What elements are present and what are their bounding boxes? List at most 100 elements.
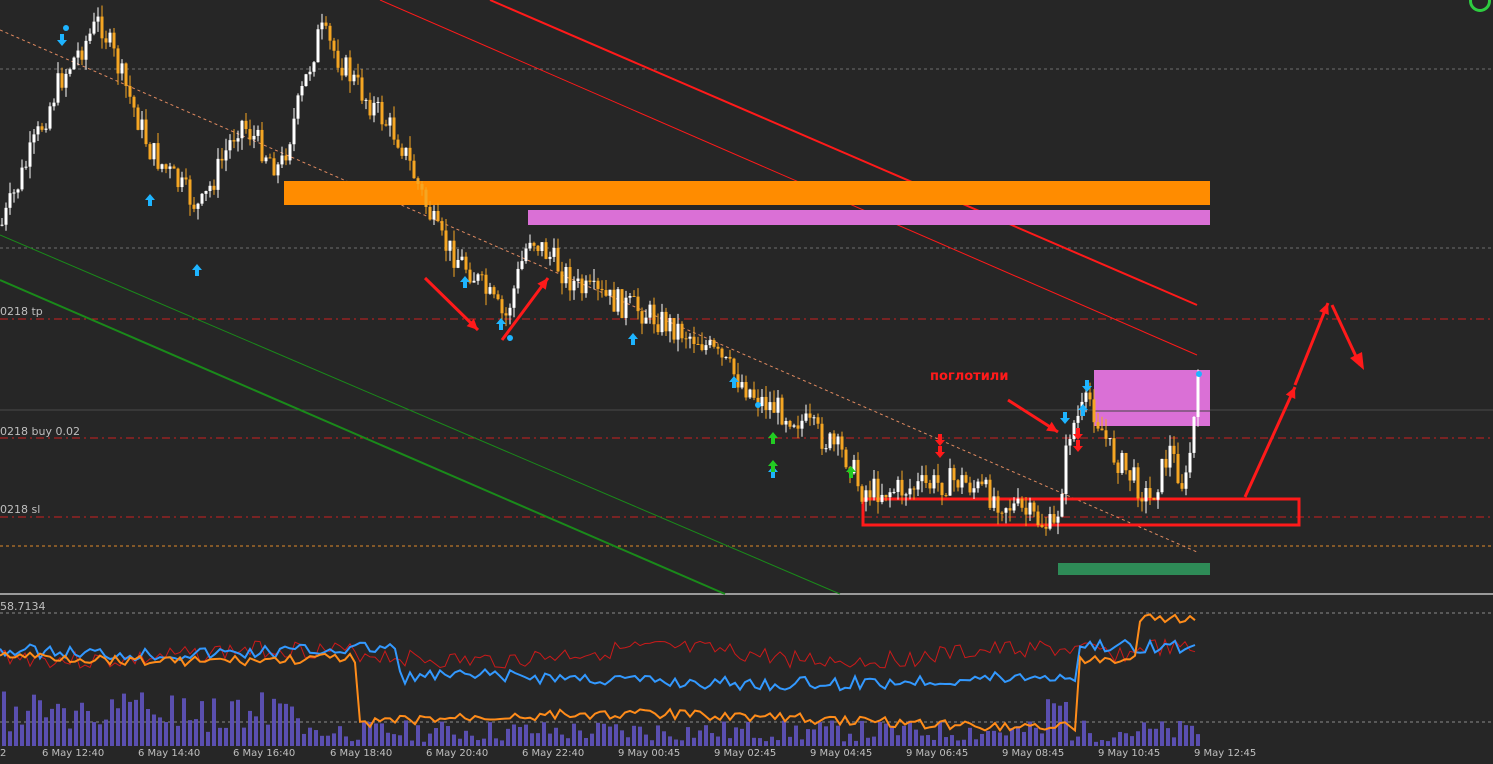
volume-bar xyxy=(944,737,948,746)
candle-body xyxy=(716,346,720,349)
volume-bar xyxy=(500,740,504,746)
volume-bar xyxy=(98,724,102,746)
candle-body xyxy=(392,117,396,140)
candle-body xyxy=(328,25,332,41)
candle-body xyxy=(820,423,824,449)
candle-body xyxy=(884,494,888,498)
candle-body xyxy=(580,278,584,294)
candle-body xyxy=(144,119,148,145)
chart-area[interactable] xyxy=(0,0,1493,760)
candle-body xyxy=(128,85,132,97)
down-arrow-icon xyxy=(1073,440,1083,452)
candle-body xyxy=(424,189,428,207)
candle-body xyxy=(104,38,108,43)
candle-body xyxy=(100,16,104,39)
up-arrow-icon xyxy=(145,194,155,206)
demand-zone xyxy=(1058,563,1210,575)
candle-body xyxy=(1016,498,1020,504)
candle-body xyxy=(172,166,176,169)
volume-bar xyxy=(266,724,270,746)
candle-body xyxy=(564,267,568,284)
candle-body xyxy=(844,449,848,468)
volume-bar xyxy=(2,691,6,746)
volume-bar xyxy=(890,725,894,746)
trend-line-red-thick xyxy=(489,0,1198,306)
volume-bar xyxy=(272,698,276,746)
volume-bar xyxy=(830,720,834,746)
volume-bar xyxy=(908,720,912,746)
candle-body xyxy=(1000,512,1004,514)
candle-body xyxy=(308,71,312,75)
candle-body xyxy=(552,247,556,257)
up-arrow-icon xyxy=(192,264,202,276)
candle-body xyxy=(412,160,416,179)
volume-bar xyxy=(224,727,228,746)
volume-bar xyxy=(962,739,966,746)
candle-body xyxy=(832,433,836,445)
candle-body xyxy=(456,259,460,268)
candle-body xyxy=(772,402,776,413)
candle-body xyxy=(880,494,884,503)
volume-bar xyxy=(308,727,312,746)
time-label: 6 May 22:40 xyxy=(522,748,585,759)
volume-bar xyxy=(716,736,720,746)
time-label: 9 May 06:45 xyxy=(906,748,969,759)
down-arrow-icon xyxy=(57,34,67,46)
candle-body xyxy=(804,413,808,421)
volume-bar xyxy=(458,738,462,746)
volume-bar xyxy=(74,710,78,746)
candle-body xyxy=(1180,483,1184,489)
volume-bar xyxy=(1100,740,1104,746)
volume-bar xyxy=(1046,699,1050,746)
candle-body xyxy=(428,206,432,220)
volume-bar xyxy=(668,736,672,746)
candle-body xyxy=(732,358,736,375)
candle-body xyxy=(68,69,72,74)
subwindow-value-label: 58.7134 xyxy=(0,600,46,613)
candle-body xyxy=(264,157,268,162)
candle-body xyxy=(276,164,280,176)
volume-bar xyxy=(332,733,336,746)
candle-body xyxy=(452,240,456,268)
volume-bar xyxy=(194,719,198,746)
candle-body xyxy=(304,74,308,87)
candle-body xyxy=(368,99,372,116)
candle-body xyxy=(380,101,384,125)
candle-body xyxy=(352,74,356,82)
candle-body xyxy=(948,468,952,496)
candle-body xyxy=(644,317,648,324)
volume-bar xyxy=(1142,722,1146,746)
volume-bar xyxy=(362,720,366,746)
volume-bar xyxy=(722,721,726,746)
candle-body xyxy=(672,317,676,340)
candle-body xyxy=(1076,415,1080,423)
candle-body xyxy=(444,230,448,251)
range-box xyxy=(861,497,1301,527)
candle-body xyxy=(40,126,44,130)
volume-bar xyxy=(764,741,768,746)
volume-bar xyxy=(1112,737,1116,746)
price-chart-svg[interactable] xyxy=(0,0,1493,760)
candle-body xyxy=(532,242,536,246)
candle-body xyxy=(912,488,916,490)
candle-body xyxy=(1088,392,1092,400)
volume-bar xyxy=(278,703,282,746)
candle-body xyxy=(932,475,936,489)
volume-bar xyxy=(878,721,882,746)
candle-body xyxy=(896,479,900,492)
volume-bar xyxy=(608,726,612,746)
signal-dot xyxy=(507,335,513,341)
up-arrow-icon xyxy=(768,432,778,444)
candle-body xyxy=(360,77,364,101)
candle-body xyxy=(28,142,32,167)
candle-body xyxy=(468,269,472,283)
volume-bar xyxy=(818,722,822,746)
candle-body xyxy=(1160,458,1164,493)
candle-body xyxy=(80,50,84,60)
candle-body xyxy=(764,396,768,411)
candle-body xyxy=(388,117,392,126)
candle-body xyxy=(588,280,592,282)
volume-bar xyxy=(170,695,174,746)
candle-body xyxy=(684,338,688,340)
trend-line-green-thick xyxy=(0,279,726,595)
